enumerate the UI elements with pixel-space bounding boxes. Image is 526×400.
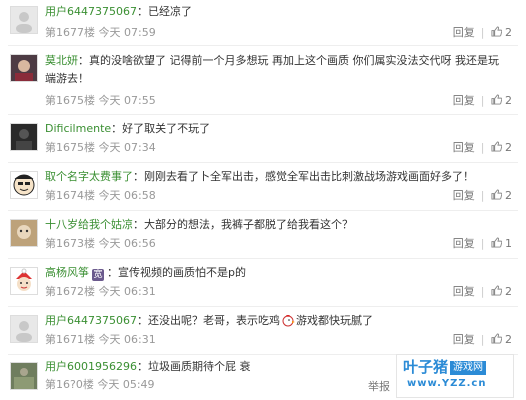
comment-meta: 第1671楼 今天 06:31 xyxy=(45,333,156,346)
avatar[interactable] xyxy=(10,267,38,295)
reply-button[interactable]: 回复 xyxy=(453,26,475,39)
comment-text-continued: 游戏都快玩腻了 xyxy=(296,314,373,327)
watermark-url: www.YZZ.cn xyxy=(407,378,487,389)
like-button[interactable]: 2 xyxy=(490,94,512,108)
thumbs-up-icon xyxy=(490,285,502,296)
comment-text: 还没出呢？老哥，表示吃鸡 xyxy=(148,314,280,327)
comment-username[interactable]: Dificilmente xyxy=(45,122,111,135)
like-count: 2 xyxy=(505,285,512,298)
reply-button[interactable]: 回复 xyxy=(453,189,475,202)
like-button[interactable]: 2 xyxy=(490,333,512,347)
comment-username[interactable]: 用户6447375067 xyxy=(45,5,137,18)
avatar[interactable] xyxy=(10,362,38,390)
like-count: 2 xyxy=(505,189,512,202)
comment-text: 垃圾画质期待个屁 衰 xyxy=(148,360,251,373)
comment-item: 莫北妍：真的没啥欲望了 记得前一个月多想玩 再加上这个画质 你们属实没法交代呀 … xyxy=(0,46,526,112)
comment-meta: 第1675楼 今天 07:34 xyxy=(45,141,156,154)
comment-meta: 第1673楼 今天 06:56 xyxy=(45,237,156,250)
site-watermark-logo: 叶子猪 游戏网 www.YZZ.cn xyxy=(396,354,514,398)
comment-meta: 第1672楼 今天 06:31 xyxy=(45,285,156,298)
comment-meta: 第1674楼 今天 06:58 xyxy=(45,189,156,202)
comment-text: 好了取关了不玩了 xyxy=(122,122,211,135)
avatar[interactable] xyxy=(10,171,38,199)
like-count: 2 xyxy=(505,94,512,107)
thumbs-up-icon xyxy=(490,94,502,105)
comment-text: 宣传视频的画质怕不是p的 xyxy=(118,266,246,279)
comment-item: 取个名字太费事了：刚刚去看了卜全军出击，感觉全军出击比刺激战场游戏画面好多了！ … xyxy=(0,163,526,209)
comment-username[interactable]: 十八岁给我个姑凉 xyxy=(45,218,133,231)
watermark-brand: 叶子猪 xyxy=(403,358,449,376)
reply-button[interactable]: 回复 xyxy=(453,285,475,298)
comment-meta: 第16?0楼 今天 05:49 xyxy=(45,378,155,391)
comment-text: 已经凉了 xyxy=(148,5,192,18)
report-button[interactable]: 举报 xyxy=(368,378,390,394)
like-button[interactable]: 1 xyxy=(490,237,512,251)
thumbs-up-icon xyxy=(490,141,502,152)
reply-button[interactable]: 回复 xyxy=(453,237,475,250)
comment-item: 十八岁给我个姑凉：大部分的想法，我裤子都脱了给我看这个？ 第1673楼 今天 0… xyxy=(0,211,526,257)
comment-username[interactable]: 莫北妍 xyxy=(45,54,78,67)
reply-button[interactable]: 回复 xyxy=(453,333,475,346)
avatar[interactable] xyxy=(10,123,38,151)
reply-button[interactable]: 回复 xyxy=(453,94,475,107)
like-count: 2 xyxy=(505,333,512,346)
chicken-emoji-icon xyxy=(282,315,295,327)
comment-item: 高杨风筝宽：宣传视频的画质怕不是p的 第1672楼 今天 06:31 回复 | 2 xyxy=(0,259,526,305)
avatar[interactable] xyxy=(10,315,38,343)
like-button[interactable]: 2 xyxy=(490,26,512,40)
avatar[interactable] xyxy=(10,6,38,34)
comment-meta: 第1677楼 今天 07:59 xyxy=(45,26,156,39)
comment-username[interactable]: 用户6447375067 xyxy=(45,314,137,327)
watermark-tag: 游戏网 xyxy=(450,361,487,375)
user-level-badge: 宽 xyxy=(92,269,104,281)
thumbs-up-icon xyxy=(490,333,502,344)
comment-item: 用户6447375067：已经凉了 第1677楼 今天 07:59 回复 | 2 xyxy=(0,0,526,44)
comment-item: Dificilmente：好了取关了不玩了 第1675楼 今天 07:34 回复… xyxy=(0,115,526,161)
comment-username[interactable]: 取个名字太费事了 xyxy=(45,170,133,183)
like-button[interactable]: 2 xyxy=(490,141,512,155)
comment-text: 刚刚去看了卜全军出击，感觉全军出击比刺激战场游戏画面好多了！ xyxy=(144,170,474,183)
comment-text: 真的没啥欲望了 记得前一个月多想玩 再加上这个画质 你们属实没法交代呀 我还是玩… xyxy=(45,54,499,85)
like-count: 1 xyxy=(505,237,512,250)
reply-button[interactable]: 回复 xyxy=(453,141,475,154)
like-count: 2 xyxy=(505,141,512,154)
comment-text: 大部分的想法，我裤子都脱了给我看这个？ xyxy=(144,218,353,231)
thumbs-up-icon xyxy=(490,189,502,200)
like-count: 2 xyxy=(505,26,512,39)
avatar[interactable] xyxy=(10,219,38,247)
like-button[interactable]: 2 xyxy=(490,285,512,299)
comment-username[interactable]: 高杨风筝 xyxy=(45,266,89,279)
avatar[interactable] xyxy=(10,54,38,82)
comment-username[interactable]: 用户6001956296 xyxy=(45,360,137,373)
like-button[interactable]: 2 xyxy=(490,189,512,203)
comment-item: 用户6447375067：还没出呢？老哥，表示吃鸡 游戏都快玩腻了 第1671楼 … xyxy=(0,307,526,353)
comment-meta: 第1675楼 今天 07:55 xyxy=(45,94,156,107)
thumbs-up-icon xyxy=(490,26,502,37)
thumbs-up-icon xyxy=(490,237,502,248)
